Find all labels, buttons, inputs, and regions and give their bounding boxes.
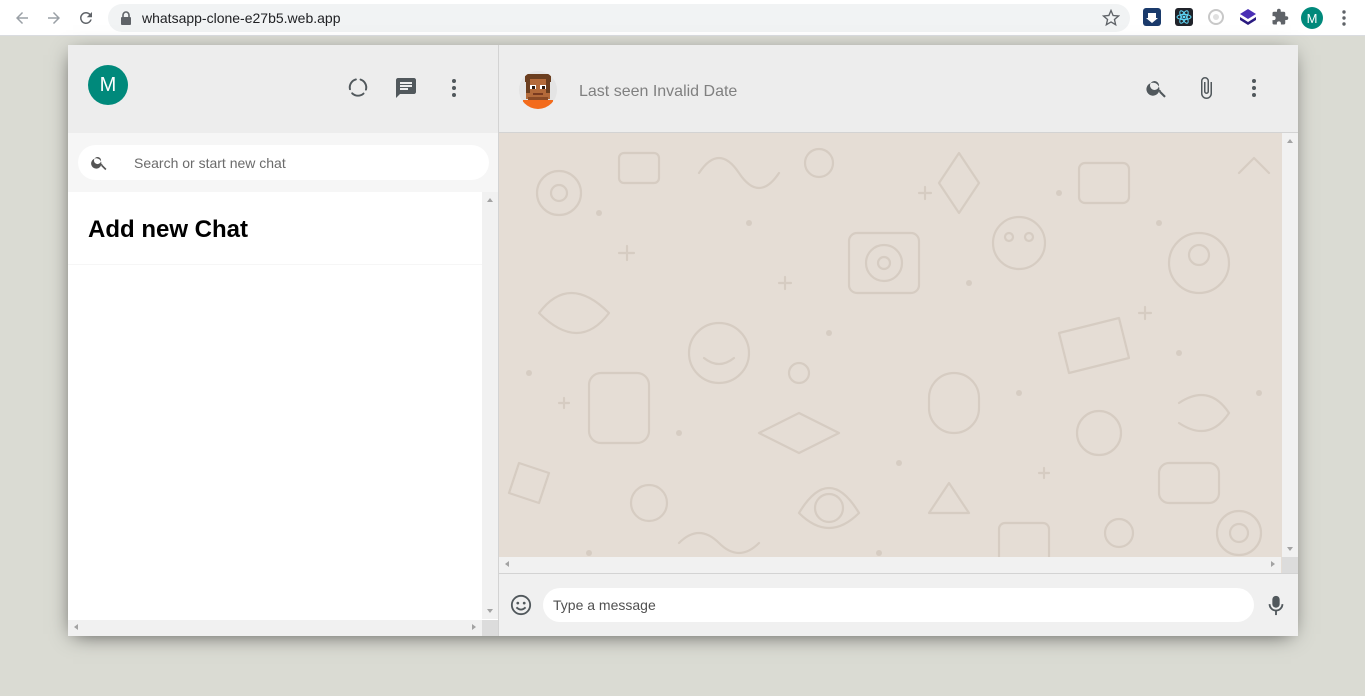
scrollbar-corner	[482, 620, 498, 636]
url-text: whatsapp-clone-e27b5.web.app	[142, 10, 341, 26]
search-input[interactable]	[134, 153, 464, 173]
scroll-left-arrow[interactable]	[505, 561, 509, 567]
scroll-right-arrow[interactable]	[472, 624, 476, 630]
scrollbar-corner	[1282, 557, 1298, 573]
chat-horizontal-scrollbar[interactable]	[499, 557, 1281, 573]
message-input[interactable]	[543, 588, 1254, 622]
download-icon[interactable]	[1143, 8, 1161, 26]
attach-button[interactable]	[1193, 75, 1219, 101]
chat-list-horizontal-scrollbar[interactable]	[68, 620, 482, 636]
react-devtools-icon[interactable]	[1175, 8, 1193, 26]
search-icon	[1146, 81, 1166, 98]
pixel-avatar-image	[519, 71, 557, 109]
contact-avatar[interactable]	[519, 71, 557, 109]
forward-button[interactable]	[42, 6, 66, 30]
add-new-chat-label: Add new Chat	[88, 216, 248, 243]
chat-menu-button[interactable]	[1241, 75, 1267, 101]
add-new-chat[interactable]: Add new Chat	[68, 192, 482, 265]
new-chat-button[interactable]	[393, 75, 419, 101]
more-vert-icon	[452, 79, 456, 97]
puzzle-icon[interactable]	[1271, 8, 1289, 26]
circle-extension-icon[interactable]	[1207, 8, 1225, 26]
chat-body	[499, 133, 1298, 573]
chat-panel: Last seen Invalid Date	[499, 45, 1298, 636]
cube-extension-icon[interactable]	[1239, 8, 1257, 26]
sidebar-menu-button[interactable]	[441, 75, 467, 101]
chat-vertical-scrollbar[interactable]	[1282, 133, 1298, 573]
attach-icon	[1201, 77, 1212, 99]
lock-icon	[121, 11, 131, 25]
scroll-left-arrow[interactable]	[74, 624, 78, 630]
more-vert-icon	[1252, 79, 1256, 97]
reload-icon	[79, 11, 92, 24]
back-button[interactable]	[10, 6, 34, 30]
bookmark-star-icon[interactable]	[1102, 9, 1120, 27]
chat-list: Add new Chat	[68, 192, 498, 636]
scroll-up-arrow[interactable]	[1287, 139, 1293, 143]
chat-list-vertical-scrollbar[interactable]	[482, 192, 498, 619]
profile-avatar[interactable]: M	[1301, 7, 1323, 29]
sidebar: M Add new Chat	[68, 45, 499, 636]
chat-icon	[396, 78, 416, 98]
status-icon	[348, 78, 368, 97]
whatsapp-app: M Add new Chat	[68, 45, 1298, 636]
status-button[interactable]	[345, 75, 371, 101]
chrome-menu-icon[interactable]	[1336, 8, 1352, 28]
sidebar-search-container	[68, 133, 498, 192]
arrow-forward-icon	[48, 12, 60, 24]
scroll-right-arrow[interactable]	[1271, 561, 1275, 567]
last-seen-text: Last seen Invalid Date	[579, 83, 738, 100]
sidebar-header: M	[68, 45, 498, 133]
scroll-down-arrow[interactable]	[487, 609, 493, 613]
chat-background-pattern	[507, 147, 1271, 565]
reload-button[interactable]	[74, 6, 98, 30]
scroll-up-arrow[interactable]	[487, 198, 493, 202]
user-avatar[interactable]: M	[88, 65, 128, 105]
search-box	[78, 145, 489, 180]
search-icon	[91, 156, 107, 171]
scroll-down-arrow[interactable]	[1287, 547, 1293, 551]
chat-search-button[interactable]	[1144, 75, 1170, 101]
mic-icon[interactable]	[1267, 594, 1285, 616]
chat-footer	[499, 573, 1298, 636]
address-bar[interactable]: whatsapp-clone-e27b5.web.app	[108, 4, 1130, 32]
browser-toolbar: whatsapp-clone-e27b5.web.app M	[0, 0, 1365, 36]
chat-header: Last seen Invalid Date	[499, 45, 1298, 133]
arrow-back-icon	[16, 12, 28, 24]
emoji-icon[interactable]	[510, 594, 532, 616]
